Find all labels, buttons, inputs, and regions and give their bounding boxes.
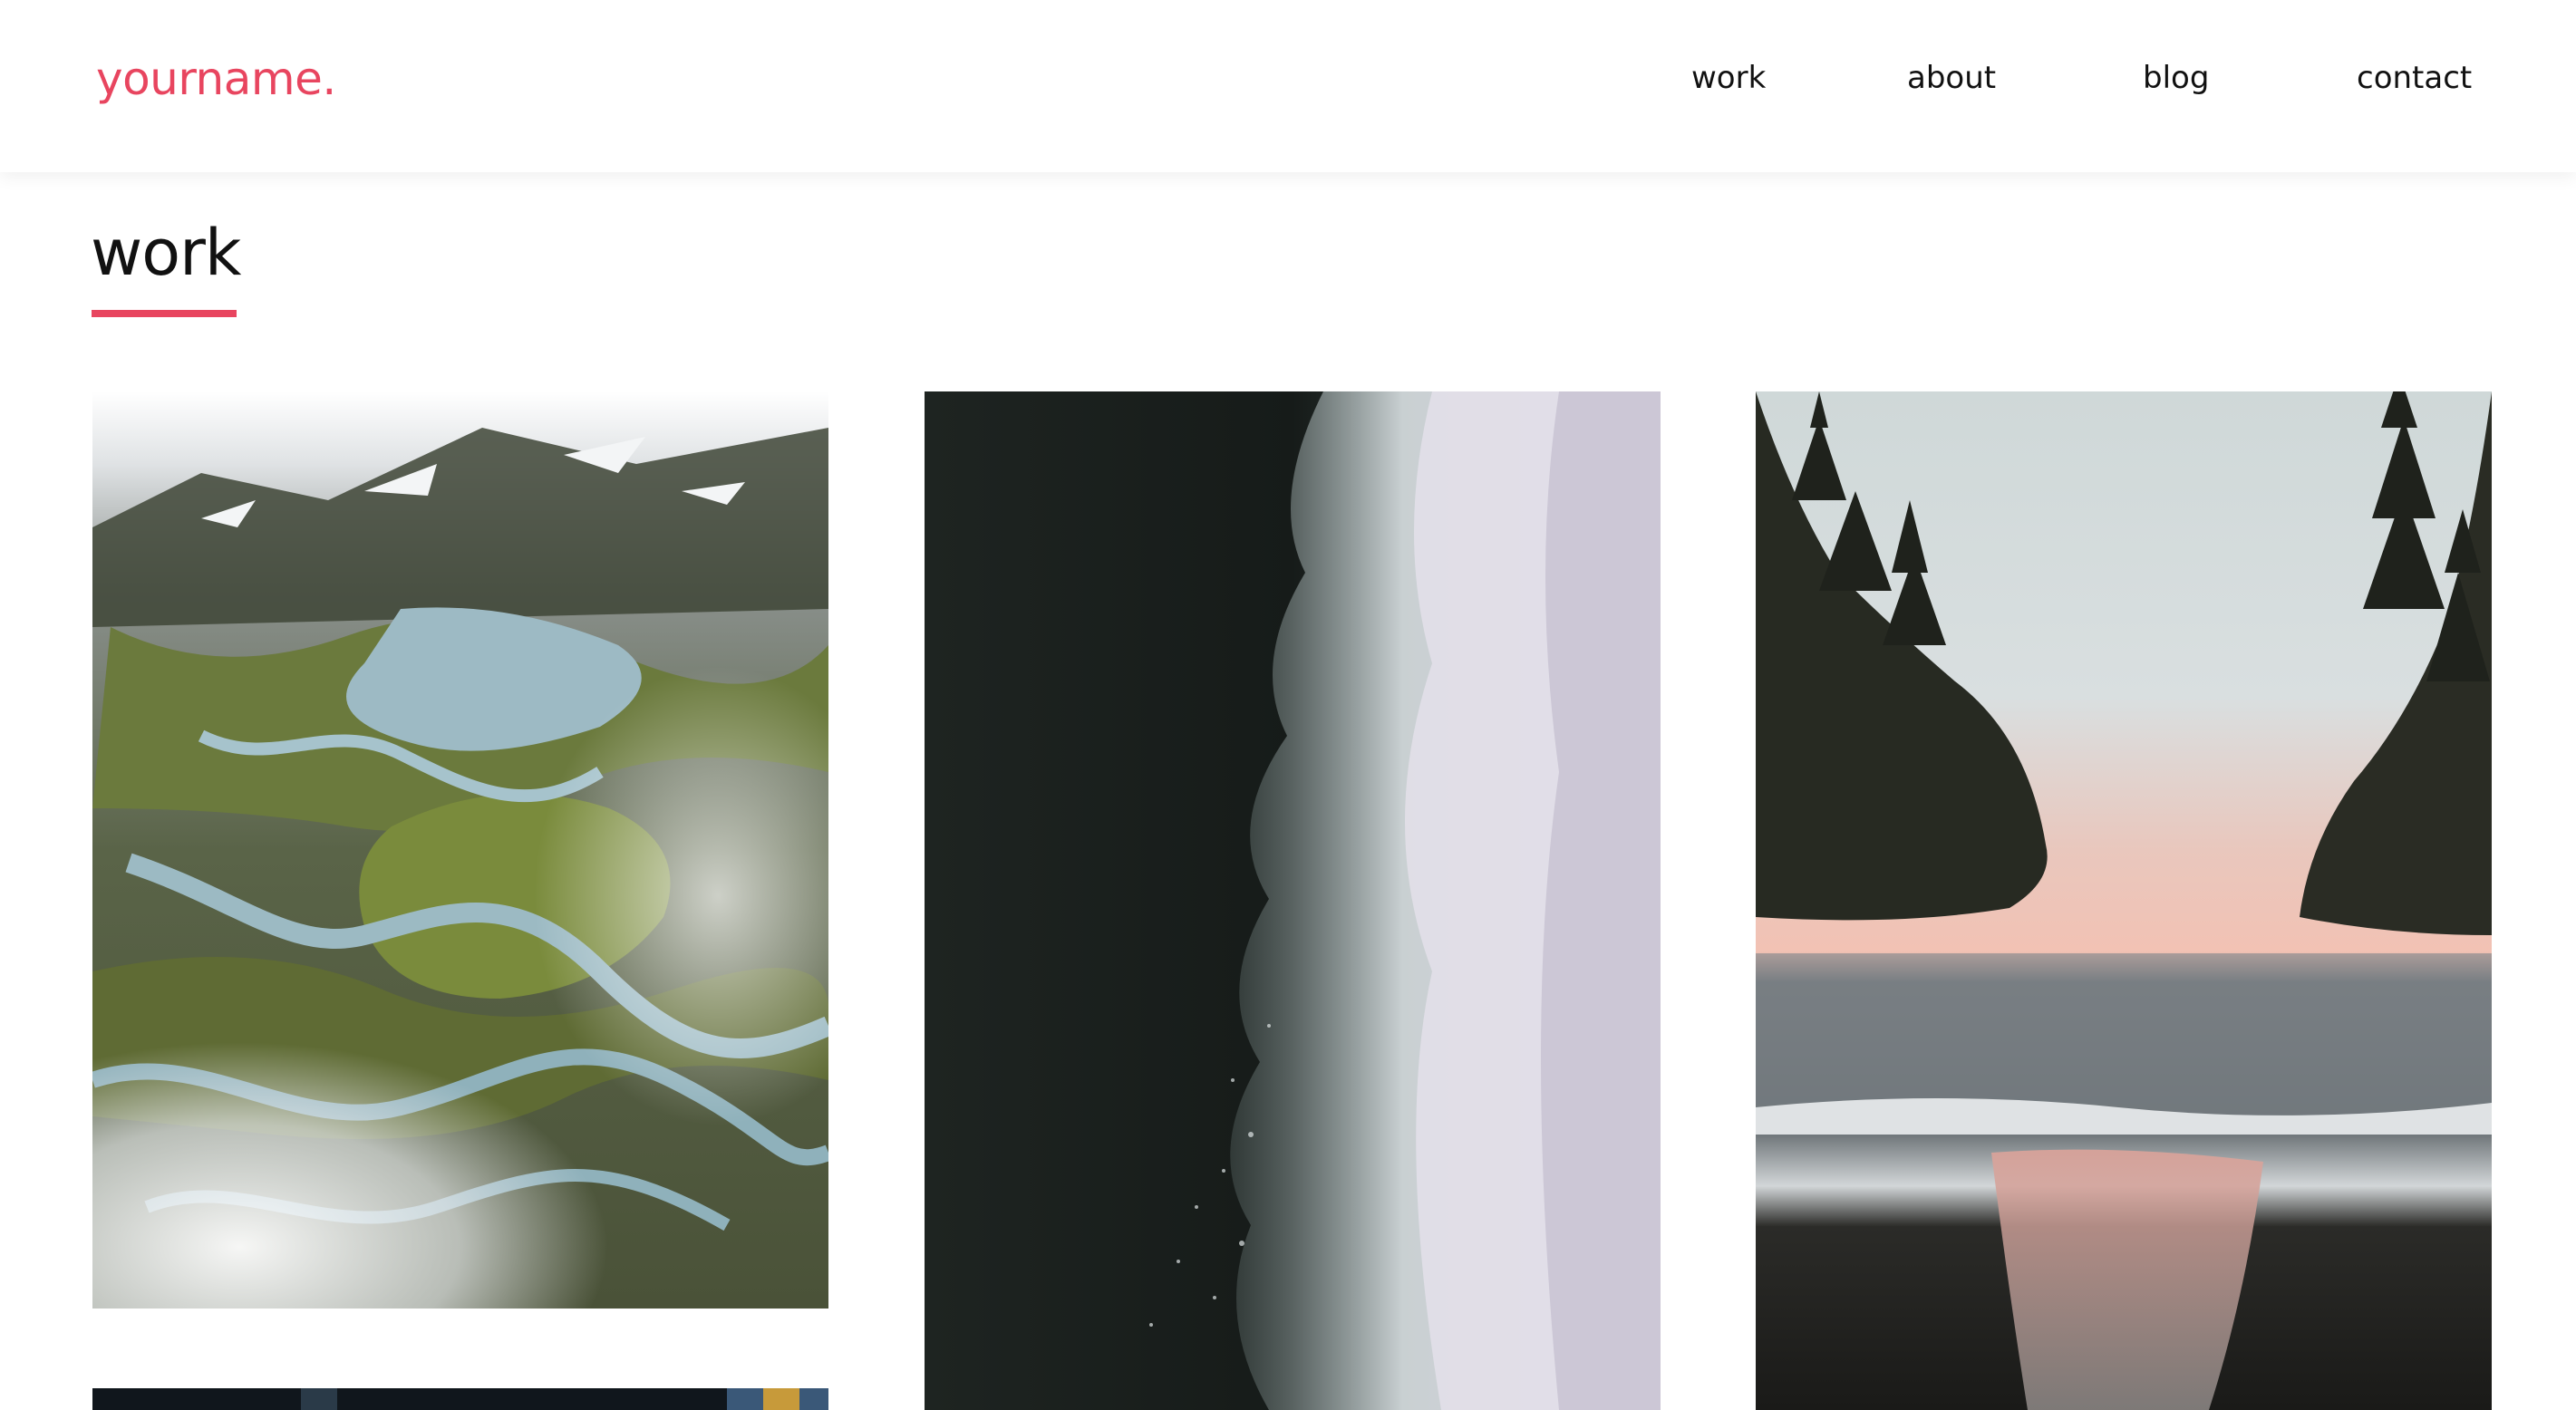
nav-link-contact[interactable]: contact bbox=[2357, 60, 2472, 96]
section-title: work bbox=[91, 216, 241, 290]
partial-photo bbox=[92, 1388, 828, 1410]
portfolio-item-wave[interactable] bbox=[925, 391, 1661, 1410]
nav-link-work[interactable]: work bbox=[1691, 60, 1766, 96]
logo-link[interactable]: yourname. bbox=[96, 53, 336, 105]
nav-link-blog[interactable]: blog bbox=[2143, 60, 2209, 96]
portfolio-item-sunset-cliffs[interactable] bbox=[1756, 391, 2492, 1410]
portfolio-item-river-delta[interactable] bbox=[92, 391, 828, 1309]
site-header: yourname. work about blog contact bbox=[0, 0, 2576, 172]
sunset-cliffs-photo bbox=[1756, 391, 2492, 1410]
title-underline bbox=[92, 310, 237, 317]
river-delta-photo bbox=[92, 391, 828, 1309]
portfolio-item-partial[interactable] bbox=[92, 1388, 828, 1410]
nav-link-about[interactable]: about bbox=[1907, 60, 1996, 96]
wave-photo bbox=[925, 391, 1661, 1410]
